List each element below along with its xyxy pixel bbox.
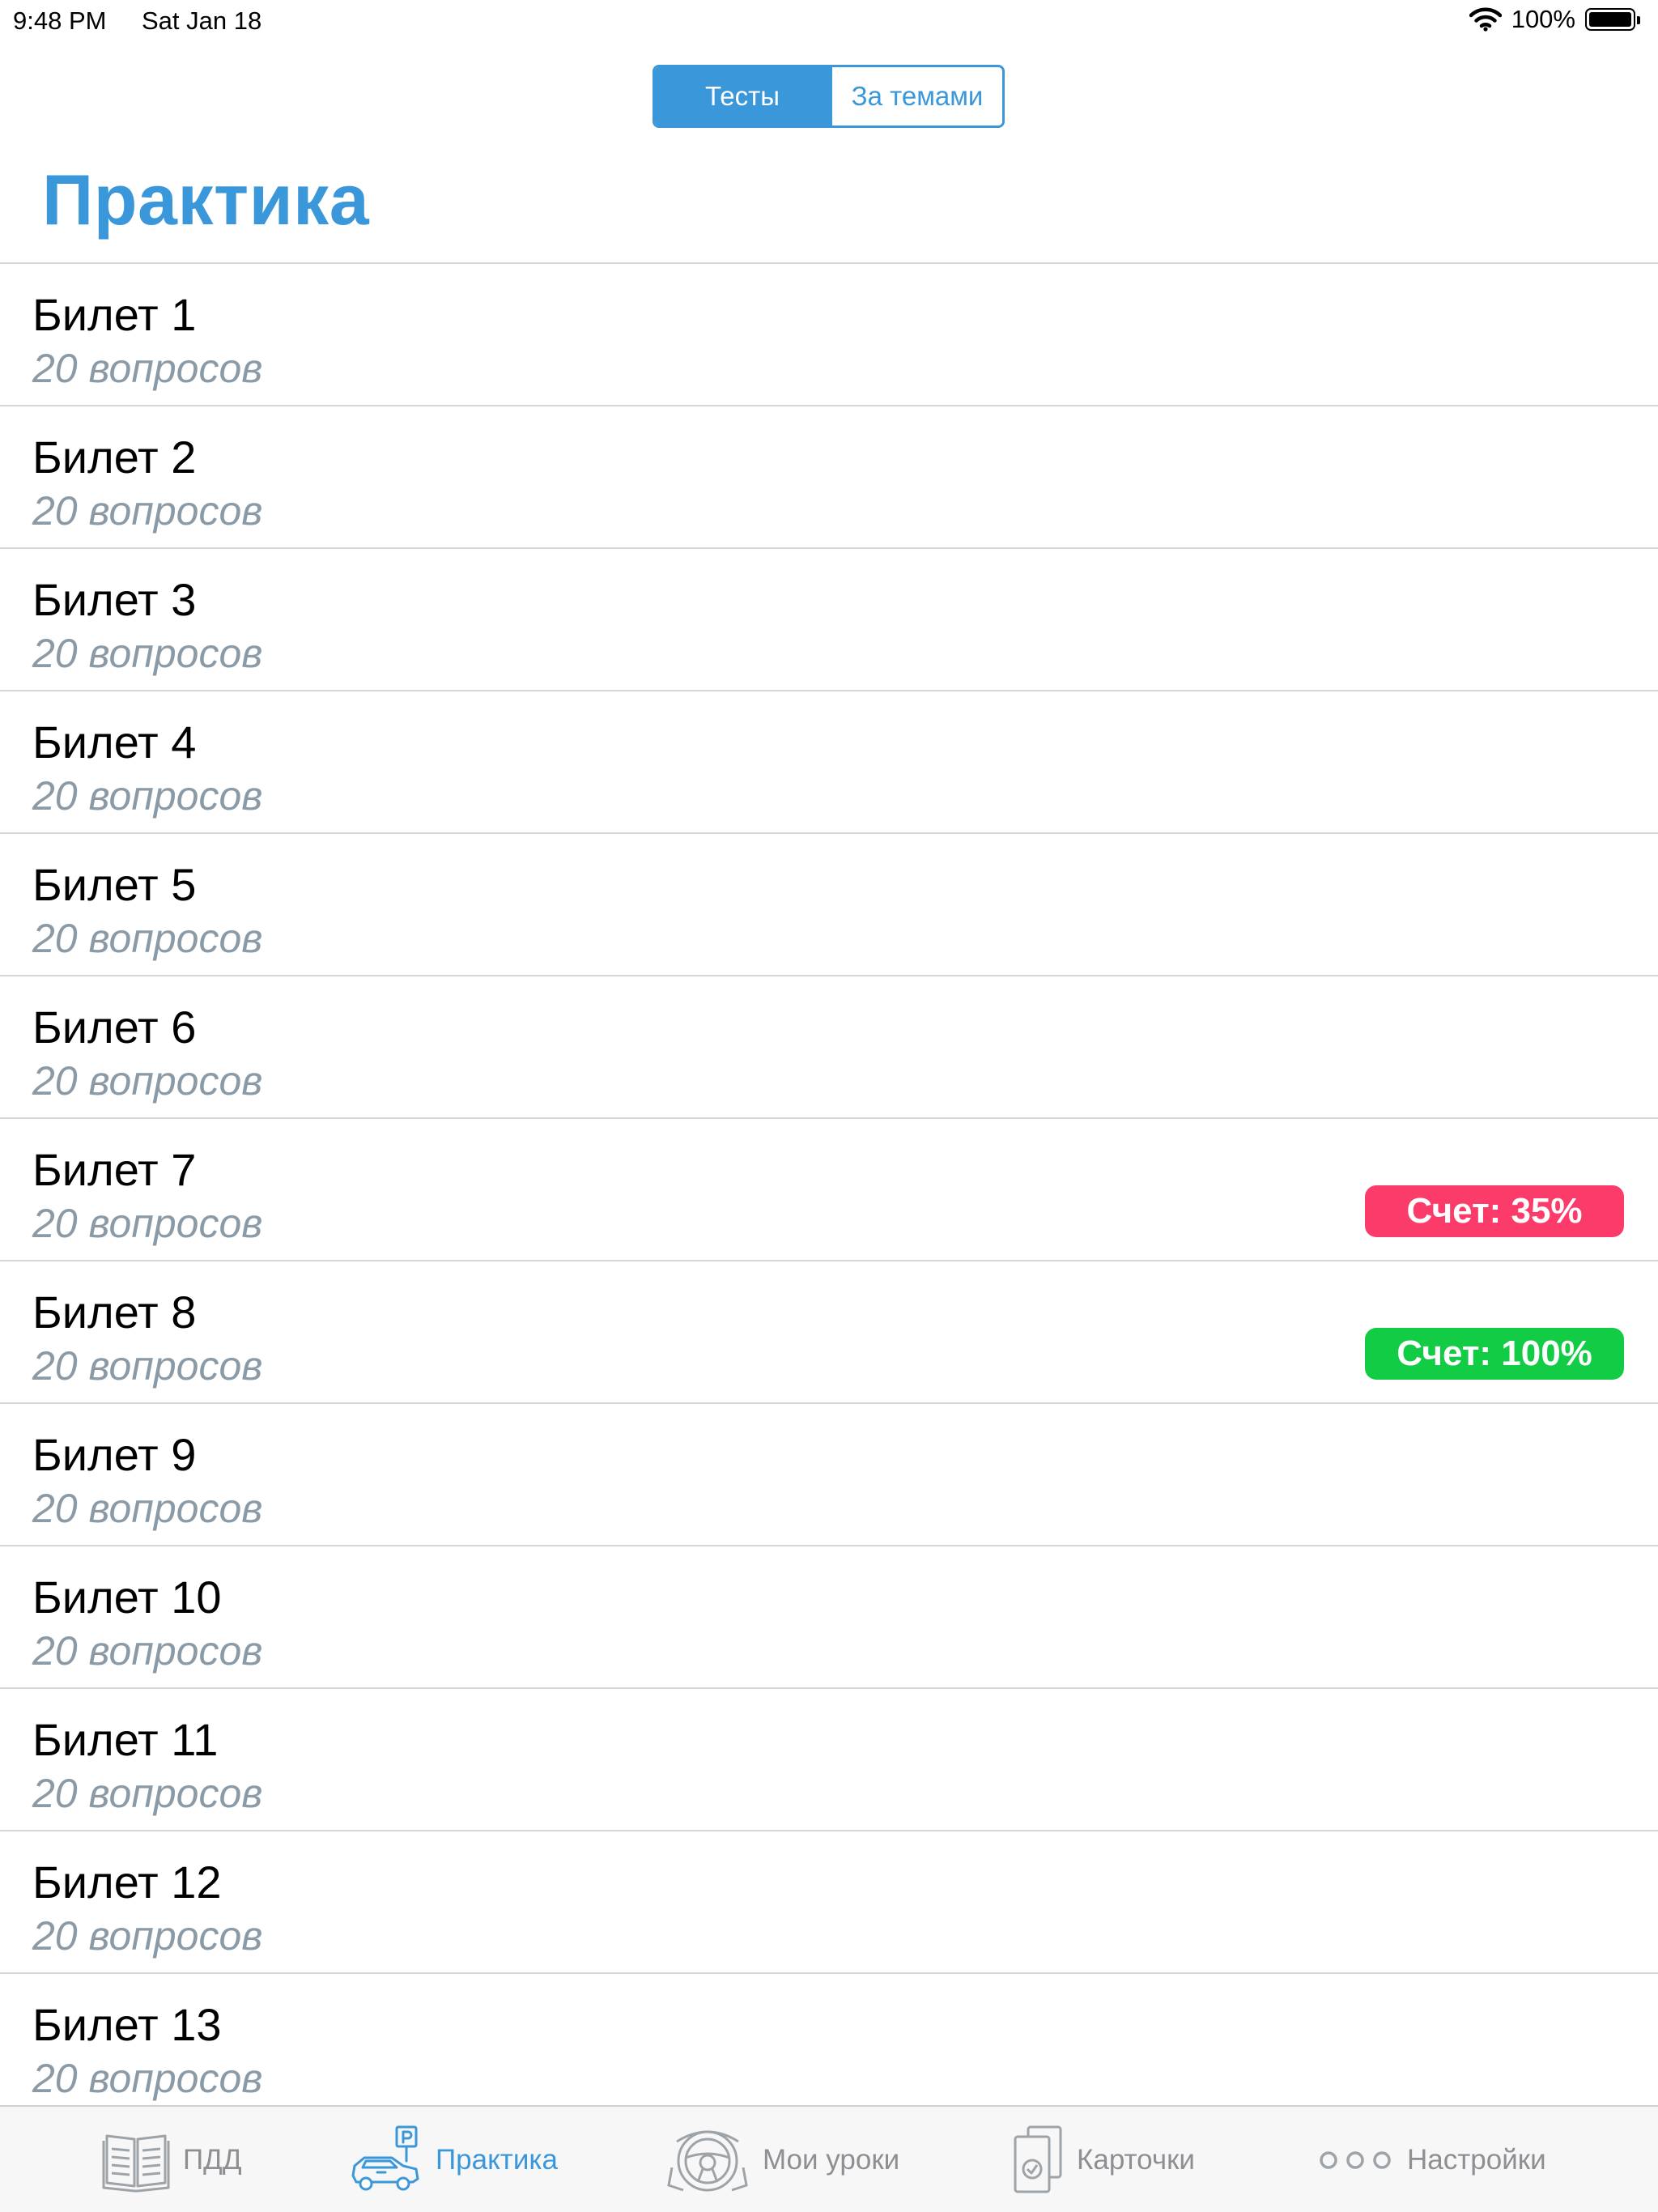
ticket-row[interactable]: Билет 13 20 вопросов xyxy=(0,1974,1658,2105)
ticket-title: Билет 1 xyxy=(32,289,197,340)
ticket-row[interactable]: Билет 12 20 вопросов xyxy=(0,1831,1658,1974)
ticket-question-count: 20 вопросов xyxy=(32,488,263,534)
ticket-row[interactable]: Билет 7 20 вопросов Счет: 35% xyxy=(0,1119,1658,1261)
ticket-title: Билет 6 xyxy=(32,1002,197,1053)
tab-settings[interactable]: Настройки xyxy=(1316,2121,1546,2199)
car-parking-icon xyxy=(351,2125,419,2191)
ticket-title: Билет 9 xyxy=(32,1429,197,1480)
ticket-title: Билет 2 xyxy=(32,432,197,483)
cards-icon xyxy=(1014,2125,1062,2193)
ticket-title: Билет 13 xyxy=(32,1999,222,2050)
tab-label: Практика xyxy=(436,2144,558,2176)
ticket-row[interactable]: Билет 5 20 вопросов xyxy=(0,834,1658,976)
tab-bar: ПДД Практика Мои уроки Карточки Настройк… xyxy=(0,2105,1658,2212)
mode-segmented-control: Тесты За темами xyxy=(653,65,1005,128)
ticket-row[interactable]: Билет 10 20 вопросов xyxy=(0,1546,1658,1689)
tab-cards[interactable]: Карточки xyxy=(1012,2121,1195,2199)
ticket-question-count: 20 вопросов xyxy=(32,1058,263,1104)
score-badge: Счет: 35% xyxy=(1365,1185,1624,1237)
score-badge: Счет: 100% xyxy=(1365,1328,1624,1380)
wifi-icon xyxy=(1469,7,1502,32)
ticket-title: Билет 12 xyxy=(32,1857,222,1908)
ticket-row[interactable]: Билет 3 20 вопросов xyxy=(0,549,1658,691)
ticket-question-count: 20 вопросов xyxy=(32,1913,263,1959)
ticket-question-count: 20 вопросов xyxy=(32,631,263,676)
battery-icon xyxy=(1585,8,1640,31)
tab-label: ПДД xyxy=(183,2144,242,2176)
ticket-title: Билет 10 xyxy=(32,1572,222,1623)
ticket-question-count: 20 вопросов xyxy=(32,346,263,391)
ticket-title: Билет 3 xyxy=(32,574,197,625)
ticket-row[interactable]: Билет 2 20 вопросов xyxy=(0,406,1658,549)
ticket-title: Билет 4 xyxy=(32,717,197,768)
tab-label: Карточки xyxy=(1077,2144,1195,2176)
page-title: Практика xyxy=(42,160,370,240)
tab-label: Мои уроки xyxy=(763,2144,900,2176)
ticket-title: Билет 5 xyxy=(32,859,197,910)
ticket-row[interactable]: Билет 9 20 вопросов xyxy=(0,1404,1658,1546)
ticket-title: Билет 7 xyxy=(32,1144,197,1195)
ticket-row[interactable]: Билет 6 20 вопросов xyxy=(0,976,1658,1119)
status-bar: 9:48 PM Sat Jan 18 100% xyxy=(0,0,1658,40)
ticket-title: Билет 8 xyxy=(32,1287,197,1338)
ticket-row[interactable]: Билет 1 20 вопросов xyxy=(0,264,1658,406)
ticket-question-count: 20 вопросов xyxy=(32,1628,263,1674)
ticket-question-count: 20 вопросов xyxy=(32,773,263,819)
tab-label: Настройки xyxy=(1407,2144,1546,2176)
tab-pdd[interactable]: ПДД xyxy=(102,2121,242,2199)
ticket-question-count: 20 вопросов xyxy=(32,1486,263,1531)
ticket-question-count: 20 вопросов xyxy=(32,2056,263,2101)
segment-tests[interactable]: Тесты xyxy=(655,67,830,125)
tab-my-lessons[interactable]: Мои уроки xyxy=(665,2121,899,2199)
steering-wheel-icon xyxy=(667,2130,748,2192)
segment-by-topics[interactable]: За темами xyxy=(830,67,1002,125)
ticket-question-count: 20 вопросов xyxy=(32,1771,263,1816)
ticket-row[interactable]: Билет 4 20 вопросов xyxy=(0,691,1658,834)
ticket-row[interactable]: Билет 11 20 вопросов xyxy=(0,1689,1658,1831)
ticket-list[interactable]: Билет 1 20 вопросов Билет 2 20 вопросов Биле… xyxy=(0,262,1658,2105)
book-icon xyxy=(102,2134,170,2193)
ticket-question-count: 20 вопросов xyxy=(32,1201,263,1246)
ticket-row[interactable]: Билет 8 20 вопросов Счет: 100% xyxy=(0,1261,1658,1404)
ticket-question-count: 20 вопросов xyxy=(32,1343,263,1389)
battery-percent: 100% xyxy=(1511,5,1575,33)
tab-practice[interactable]: Практика xyxy=(346,2121,558,2199)
status-time: 9:48 PM xyxy=(13,6,107,35)
status-indicators: 100% xyxy=(1469,5,1640,34)
ticket-question-count: 20 вопросов xyxy=(32,916,263,961)
status-date: Sat Jan 18 xyxy=(142,6,262,35)
more-dots-icon xyxy=(1320,2151,1391,2169)
ticket-title: Билет 11 xyxy=(32,1714,219,1765)
